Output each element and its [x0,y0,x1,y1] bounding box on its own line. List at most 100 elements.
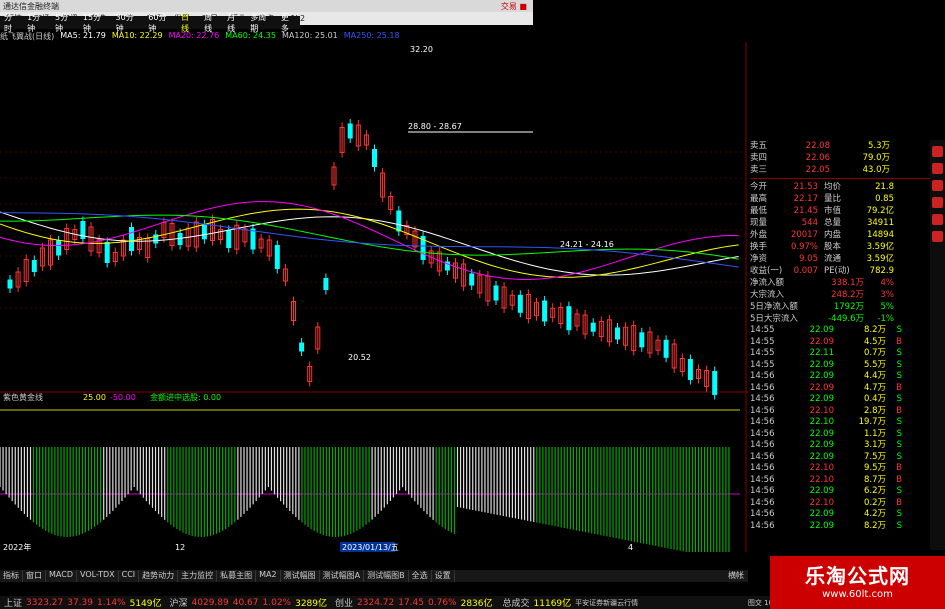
ask-volume: 43.0万 [862,165,890,175]
candle-body [542,300,548,322]
tick-row: 14:55 22.09 5.5万 S [750,360,945,372]
trade-menu[interactable]: 交易 ■ [501,1,527,12]
tick-time: 14:56 [750,486,775,496]
tick-volume: 4.7万 [863,382,886,393]
stat-value: 0.85 [875,194,894,204]
total-label: 总成交 [502,599,530,609]
stat-label: 流通 [824,254,842,264]
candle-body [104,242,110,263]
index-name[interactable]: 上证 [4,596,22,609]
ask-price: 22.08 [805,141,830,151]
stat-value: 21.45 [793,206,818,216]
quote-panel: 卖五 22.08 5.3万 卖四 22.06 79.0万 卖三 22.05 43.0万 今开 21.… [750,140,945,555]
ask-row: 卖四 22.06 79.0万 [750,152,945,164]
stat-value: 14894 [866,230,894,240]
separator [750,178,945,179]
index-price: 3323.27 [26,597,64,608]
index-amount: 5149亿 [129,599,162,609]
tick-row: 14:55 22.11 0.7万 S [750,348,945,360]
tick-row: 14:56 22.10 8.7万 B [750,475,945,487]
tick-side: S [896,359,902,370]
tool-icon[interactable] [932,197,943,208]
indicator-tab[interactable]: 设置 [432,570,455,582]
indicator-v2: -50.00 [110,393,136,402]
tick-volume: 0.7万 [863,348,886,358]
stat-value: 0.97% [790,242,818,252]
flow-value: 248.2万 [831,290,864,300]
indicator-tab[interactable]: 指标 [0,570,23,582]
layout-toggle[interactable]: 横帐 [728,570,744,581]
stat-label: 外盘 [750,230,768,240]
indicator-tab[interactable]: MACD [46,570,77,582]
tick-side: S [896,509,902,519]
total-value: 11169亿 [533,599,572,609]
stat-value: 20017 [790,230,818,240]
tick-price: 22.09 [809,440,834,450]
stat-label: 股本 [824,242,842,252]
tick-volume: 0.2万 [863,497,886,508]
indicator-tab[interactable]: MA2 [256,570,281,582]
tick-time: 14:56 [750,474,775,485]
tool-icon[interactable] [932,146,943,157]
tick-side: S [896,348,902,358]
indicator-tab[interactable]: CCI [119,570,140,582]
indicator-tab[interactable]: VOL-TDX [77,570,119,582]
site-watermark: 乐淘公式网 www.60lt.com [770,556,945,609]
tick-price: 22.09 [809,359,834,370]
indicator-tab[interactable]: 主力监控 [178,570,218,582]
tick-side: S [896,371,902,381]
tick-time: 14:56 [750,497,775,508]
indicator-tab[interactable]: 测试幅图 [281,570,320,582]
tool-icon[interactable] [932,214,943,225]
indicator-v1: 25.00 [83,393,106,402]
ma-line [0,201,739,280]
stat-value: 3.59亿 [866,242,894,252]
index-change: 17.45 [398,597,424,608]
candle-body [7,279,13,289]
candle-body [396,210,402,232]
date-tick: 2022年 [3,542,31,552]
index-name[interactable]: 创业 [335,596,353,609]
ma-value: MA10: 22.29 [111,31,163,40]
chart-title: 纸飞翼战(日线) [0,32,55,41]
tick-row: 14:56 22.10 9.5万 B [750,463,945,475]
tool-icon[interactable] [932,231,943,242]
tick-volume: 8.2万 [863,520,886,531]
indicator-tab[interactable]: 窗口 [23,570,46,582]
stat-value: 21.8 [875,182,894,192]
index-amount: 3289亿 [295,599,327,609]
indicator-tab[interactable]: 全选 [409,570,432,582]
tick-volume: 4.5万 [863,336,886,347]
kline-chart[interactable]: 28.0027.0026.0025.0024.0023.0022.0032.20… [0,42,748,552]
stat-row: 换手 0.97% 股本 3.59亿 [750,241,945,253]
tick-row: 14:56 22.09 0.4万 S [750,394,945,406]
tool-icon[interactable] [932,180,943,191]
indicator-tab[interactable]: 测试幅图A [320,570,365,582]
candle-body [274,245,280,269]
stat-value: 0.007 [793,266,818,276]
indicator-tab[interactable]: 私募主图 [217,570,257,582]
tick-side: S [896,417,902,427]
tick-volume: 2.8万 [863,405,886,416]
tick-volume: 19.7万 [858,417,886,427]
candle-body [250,228,256,250]
ma-value: MA250: 25.18 [343,31,400,40]
tool-icon[interactable] [932,163,943,174]
candle-body [469,273,475,286]
indicator-tab[interactable]: 趋势动力 [139,570,179,582]
tick-time: 14:56 [750,417,775,427]
tick-time: 14:56 [750,440,775,450]
flow-row: 净流入额 338.1万 4% [750,277,945,289]
indicator-tab[interactable]: 测试幅图B [364,570,409,582]
stat-label: 最高 [750,194,768,204]
candle-body [687,359,693,380]
tick-side: S [896,428,902,439]
candle-body [566,306,572,331]
tick-row: 14:56 22.10 0.2万 B [750,498,945,510]
candle-body [56,240,62,256]
tick-side: S [896,486,902,496]
stat-label: 净资 [750,254,768,264]
flow-value: 338.1万 [831,278,864,288]
ask-price: 22.05 [805,165,830,175]
index-name[interactable]: 沪深 [170,596,188,609]
